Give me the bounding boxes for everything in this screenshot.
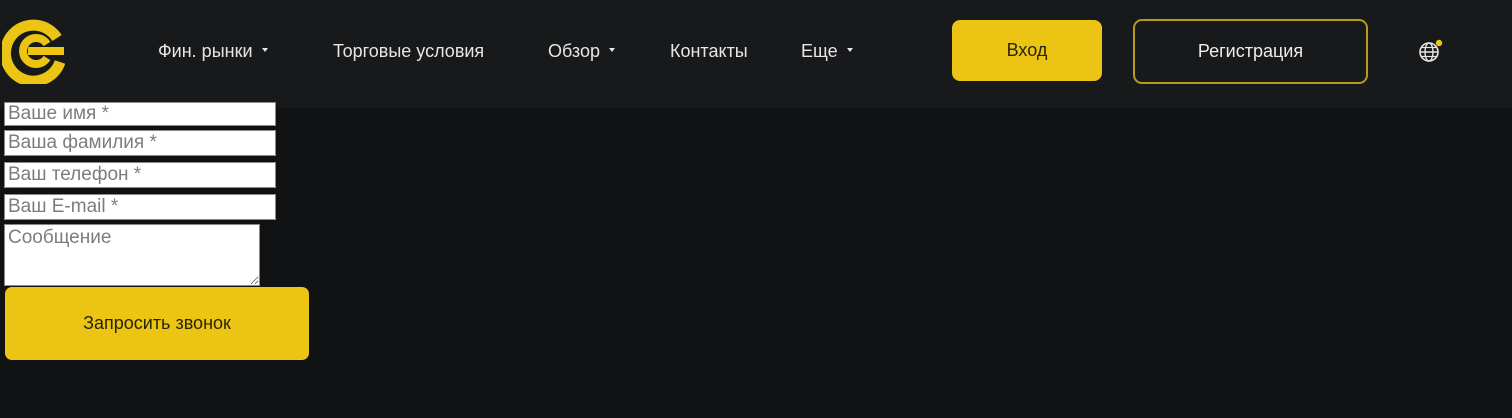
register-button[interactable]: Регистрация (1133, 19, 1368, 84)
login-button[interactable]: Вход (952, 20, 1102, 81)
nav-item-more[interactable]: Еще (801, 38, 853, 64)
nav-item-label: Обзор (548, 41, 600, 61)
nav-item-overview[interactable]: Обзор (548, 38, 615, 64)
main-nav: Фин. рынки Торговые условия Обзор Контак… (0, 0, 900, 100)
phone-input[interactable] (4, 162, 276, 188)
nav-item-contacts[interactable]: Контакты (670, 38, 748, 64)
caret-down-icon (609, 48, 615, 53)
email-input[interactable] (4, 194, 276, 220)
nav-item-trading-conditions[interactable]: Торговые условия (333, 38, 484, 64)
site-header: Фин. рынки Торговые условия Обзор Контак… (0, 0, 1512, 108)
caret-down-icon (846, 48, 853, 53)
nav-item-label: Контакты (670, 41, 748, 61)
nav-item-label: Фин. рынки (158, 41, 253, 61)
last-name-input[interactable] (4, 130, 276, 156)
nav-item-label: Еще (801, 41, 838, 61)
caret-down-icon (261, 48, 268, 53)
first-name-input[interactable] (4, 102, 276, 126)
nav-item-label: Торговые условия (333, 41, 485, 61)
message-textarea[interactable] (4, 224, 260, 286)
globe-icon[interactable] (1417, 38, 1445, 64)
nav-item-markets[interactable]: Фин. рынки (158, 38, 268, 64)
request-call-button[interactable]: Запросить звонок (5, 287, 309, 360)
